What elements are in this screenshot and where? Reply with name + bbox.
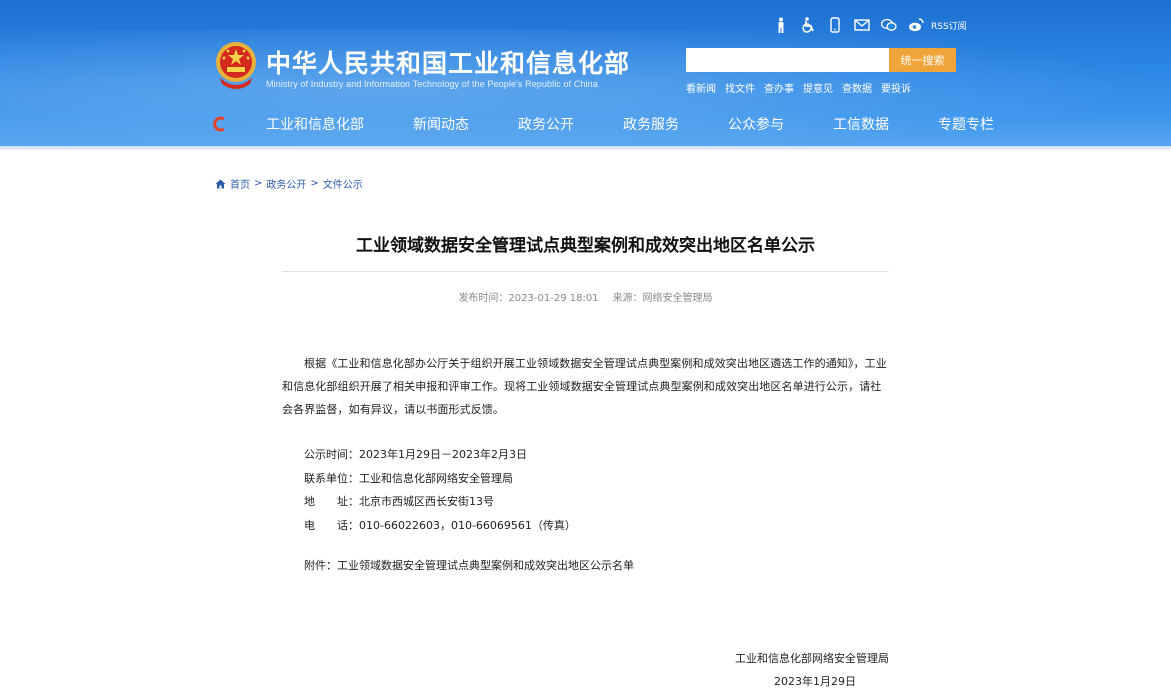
breadcrumb-home[interactable]: 首页 <box>230 176 250 191</box>
attachment-link[interactable]: 附件：工业领域数据安全管理试点典型案例和成效突出地区公示名单 <box>304 557 634 573</box>
top-utility-bar: RSS订阅 <box>772 15 967 35</box>
contact-unit: 联系单位：工业和信息化部网络安全管理局 <box>304 471 513 485</box>
article-source: 来源：网络安全管理局 <box>612 293 713 304</box>
unified-search-button[interactable]: 统一搜索 <box>889 48 956 72</box>
quick-link-services[interactable]: 查办事 <box>764 80 794 95</box>
quick-link-documents[interactable]: 找文件 <box>725 80 755 95</box>
publish-time: 发布时间：2023-01-29 18:01 <box>458 293 599 304</box>
nav-item-gov-services[interactable]: 政务服务 <box>623 114 679 134</box>
site-subtitle: Ministry of Industry and Information Tec… <box>266 79 598 89</box>
accessibility-elder-icon[interactable] <box>772 16 790 34</box>
title-divider <box>282 271 889 272</box>
nav-item-public-participation[interactable]: 公众参与 <box>728 114 784 134</box>
article-paragraph: 根据《工业和信息化部办公厅关于组织开展工业领域数据安全管理试点典型案例和成效突出… <box>282 357 887 416</box>
breadcrumb-file-notice[interactable]: 文件公示 <box>323 176 363 191</box>
phone: 电 话：010-66022603，010-66069561（传真） <box>304 518 576 532</box>
nav-brand-icon[interactable] <box>212 116 228 132</box>
national-emblem-icon[interactable] <box>214 40 258 92</box>
rss-subscribe-link[interactable]: RSS订阅 <box>931 19 967 32</box>
weibo-icon[interactable] <box>907 16 925 34</box>
main-nav: 工业和信息化部 新闻动态 政务公开 政务服务 公众参与 工信数据 专题专栏 <box>212 114 994 134</box>
breadcrumb-separator: > <box>254 178 263 189</box>
home-icon[interactable] <box>215 179 226 189</box>
address: 地 址：北京市西城区西长安街13号 <box>304 495 494 508</box>
breadcrumb-gov-affairs[interactable]: 政务公开 <box>266 176 306 191</box>
quick-link-news[interactable]: 看新闻 <box>686 80 716 95</box>
nav-item-data[interactable]: 工信数据 <box>833 114 889 134</box>
search-input[interactable] <box>686 48 889 72</box>
site-title[interactable]: 中华人民共和国工业和信息化部 <box>266 44 630 80</box>
signature-organization: 工业和信息化部网络安全管理局 <box>735 652 889 665</box>
article-meta: 发布时间：2023-01-29 18:01 来源：网络安全管理局 <box>282 289 889 304</box>
signature-date: 2023年1月29日 <box>774 675 856 688</box>
wechat-icon[interactable] <box>880 16 898 34</box>
nav-item-ministry[interactable]: 工业和信息化部 <box>266 114 364 134</box>
nav-item-news[interactable]: 新闻动态 <box>413 114 469 134</box>
quick-links: 看新闻 找文件 查办事 提意见 查数据 要投诉 <box>686 80 920 95</box>
breadcrumb: 首页 > 政务公开 > 文件公示 <box>215 176 363 191</box>
article-body: 根据《工业和信息化部办公厅关于组织开展工业领域数据安全管理试点典型案例和成效突出… <box>282 352 889 421</box>
wheelchair-icon[interactable] <box>799 16 817 34</box>
mobile-icon[interactable] <box>826 16 844 34</box>
article-title: 工业领域数据安全管理试点典型案例和成效突出地区名单公示 <box>356 236 815 256</box>
quick-link-data[interactable]: 查数据 <box>842 80 872 95</box>
notice-period: 公示时间：2023年1月29日－2023年2月3日 <box>304 448 527 461</box>
quick-link-feedback[interactable]: 提意见 <box>803 80 833 95</box>
site-header: 中华人民共和国工业和信息化部 Ministry of Industry and … <box>0 0 1171 150</box>
breadcrumb-separator: > <box>310 178 319 189</box>
mail-icon[interactable] <box>853 16 871 34</box>
notice-info: 公示时间：2023年1月29日－2023年2月3日 联系单位：工业和信息化部网络… <box>304 443 576 537</box>
quick-link-complaint[interactable]: 要投诉 <box>881 80 911 95</box>
nav-item-special-topics[interactable]: 专题专栏 <box>938 114 994 134</box>
nav-item-gov-affairs[interactable]: 政务公开 <box>518 114 574 134</box>
